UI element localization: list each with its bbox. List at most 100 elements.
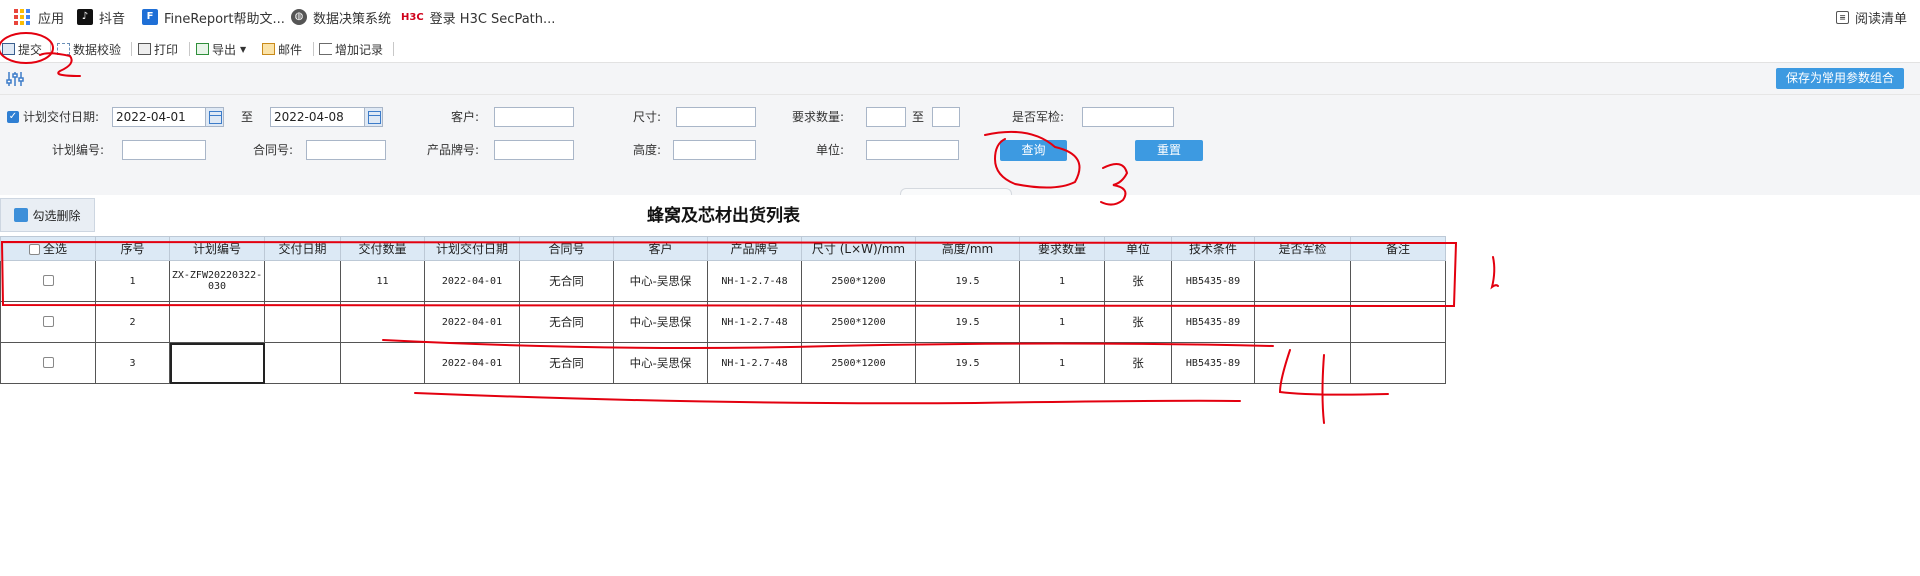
cell-product: NH-1-2.7-48 [707,342,802,384]
plan-date-from-value: 2022-04-01 [116,110,186,124]
req-qty-to-input[interactable] [932,107,960,127]
bookmark-label: 数据决策系统 [313,11,392,27]
douyin-icon: ♪ [77,9,93,25]
cell-remark[interactable] [1350,301,1446,343]
table-row: 3 2022-04-01 无合同 中心-吴思保 NH-1-2.7-48 2500… [0,342,1446,384]
customer-input[interactable] [494,107,574,127]
table-row: 2 2022-04-01 无合同 中心-吴思保 NH-1-2.7-48 2500… [0,301,1446,343]
cell-delivery-qty[interactable]: 11 [340,260,425,302]
cell-customer: 中心-吴思保 [613,301,708,343]
height-label: 高度: [633,143,662,157]
cell-delivery-date[interactable] [264,342,341,384]
bookmark-label: 登录 H3C SecPath... [429,11,556,27]
cell-delivery-date[interactable] [264,301,341,343]
cell-military[interactable] [1254,260,1351,302]
plan-no-input[interactable] [122,140,206,160]
cell-plan-no-selected[interactable] [169,342,265,384]
parameter-settings-icon[interactable] [6,70,24,88]
bookmark-douyin[interactable]: ♪ 抖音 [77,8,126,27]
header-height: 高度/mm [915,236,1020,261]
add-record-icon [319,43,332,55]
bookmark-apps[interactable]: 应用 [14,8,64,27]
row-select-cell[interactable] [0,342,96,384]
cell-plan-no[interactable] [169,301,265,343]
cell-plan-no[interactable]: ZX-ZFW20220322-030 [169,260,265,302]
export-button[interactable]: 导出 ▼ [196,40,246,58]
row-checkbox[interactable] [42,275,54,287]
header-select-all[interactable]: 全选 [0,236,96,261]
contract-input[interactable] [306,140,386,160]
row-checkbox[interactable] [42,316,54,328]
req-qty-from-input[interactable] [866,107,906,127]
save-param-combo-button[interactable]: 保存为常用参数组合 [1775,68,1904,89]
cell-military[interactable] [1254,342,1351,384]
select-all-checkbox[interactable] [28,244,40,255]
plan-date-from-field[interactable]: 2022-04-01 [112,107,224,127]
row-select-cell[interactable] [0,301,96,343]
size-input[interactable] [676,107,756,127]
row-select-cell[interactable] [0,260,96,302]
plan-date-to-field[interactable]: 2022-04-08 [270,107,383,127]
print-button[interactable]: 打印 [138,40,178,58]
calendar-icon[interactable] [205,108,223,126]
cell-contract: 无合同 [519,260,614,302]
bookmark-finereport[interactable]: F FineReport帮助文... [142,8,285,27]
plan-date-label: 计划交付日期: [23,110,100,124]
header-unit: 单位 [1104,236,1172,261]
toolbar-divider [50,42,51,56]
cell-seq: 2 [95,301,170,343]
report-toolbar: 提交 数据校验 打印 导出 ▼ 邮件 增加记录 [0,33,1920,63]
submit-button[interactable]: 提交 [2,40,42,58]
bookmark-label: 抖音 [99,11,126,27]
header-military: 是否军检 [1254,236,1351,261]
data-validate-button[interactable]: 数据校验 [57,40,121,58]
add-record-label: 增加记录 [335,42,384,57]
report-area: 勾选删除 蜂窝及芯材出货列表 全选 序号 计划编号 交付日期 交付数量 计划交付… [0,195,1920,576]
collapse-panel-handle[interactable] [900,188,1012,195]
header-req-qty: 要求数量 [1019,236,1105,261]
unit-input[interactable] [866,140,959,160]
cell-delivery-qty[interactable] [340,301,425,343]
table-header-row: 全选 序号 计划编号 交付日期 交付数量 计划交付日期 合同号 客户 产品牌号 … [0,236,1446,261]
cell-size: 2500*1200 [801,301,916,343]
toolbar-divider [189,42,190,56]
reset-button[interactable]: 重置 [1135,140,1203,161]
row-checkbox[interactable] [42,357,54,369]
unit-label: 单位: [816,143,845,157]
military-check-label: 是否军检: [1012,110,1065,124]
cell-customer: 中心-吴思保 [613,260,708,302]
bookmark-h3c[interactable]: H3C 登录 H3C SecPath... [401,8,556,27]
cell-military[interactable] [1254,301,1351,343]
cell-customer: 中心-吴思保 [613,342,708,384]
plan-no-label: 计划编号: [52,143,105,157]
product-input[interactable] [494,140,574,160]
military-check-input[interactable] [1082,107,1174,127]
cell-delivery-date[interactable] [264,260,341,302]
query-button[interactable]: 查询 [1000,140,1067,161]
chevron-down-icon: ▼ [240,44,247,54]
bookmark-decision-system[interactable]: ◍ 数据决策系统 [291,8,392,27]
toolbar-divider [393,42,394,56]
reading-list-button[interactable]: ≡ 阅读清单 [1836,8,1907,27]
plan-date-checkbox[interactable]: ✓ [7,111,19,123]
cell-unit: 张 [1104,301,1172,343]
cell-height: 19.5 [915,301,1020,343]
date-range-separator: 至 [241,110,254,124]
globe-icon: ◍ [291,9,307,25]
cell-remark[interactable] [1350,342,1446,384]
height-input[interactable] [673,140,756,160]
mail-button[interactable]: 邮件 [262,40,302,58]
print-label: 打印 [154,42,179,57]
cell-delivery-qty[interactable] [340,342,425,384]
cell-seq: 1 [95,260,170,302]
header-tech-spec: 技术条件 [1171,236,1255,261]
header-plan-date: 计划交付日期 [424,236,520,261]
add-record-button[interactable]: 增加记录 [319,40,383,58]
parameter-strip: 保存为常用参数组合 [0,63,1920,95]
cell-remark[interactable] [1350,260,1446,302]
finereport-icon: F [142,9,158,25]
table-row: 1 ZX-ZFW20220322-030 11 2022-04-01 无合同 中… [0,260,1446,302]
calendar-icon[interactable] [364,108,382,126]
mail-label: 邮件 [278,42,303,57]
header-remark: 备注 [1350,236,1446,261]
